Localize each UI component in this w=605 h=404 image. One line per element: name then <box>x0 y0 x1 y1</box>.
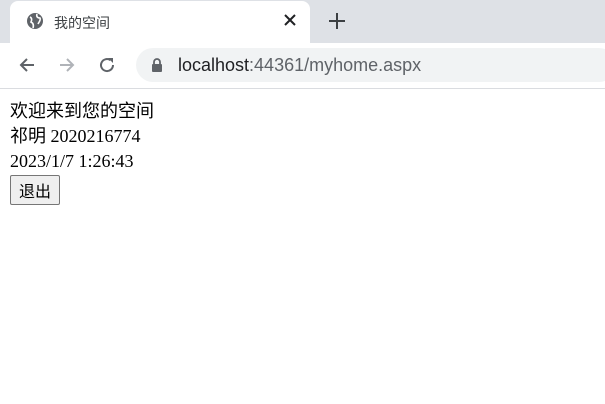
reload-icon[interactable] <box>97 55 117 75</box>
plus-icon[interactable] <box>327 11 347 31</box>
user-name: 祁明 <box>10 126 46 147</box>
logout-button[interactable]: 退出 <box>10 175 61 205</box>
close-icon[interactable] <box>282 12 298 28</box>
page-content: 欢迎来到您的空间 祁明 2020216774 2023/1/7 1:26:43 … <box>10 100 154 205</box>
welcome-heading: 欢迎来到您的空间 <box>10 101 154 122</box>
user-info: 祁明 2020216774 <box>10 124 154 149</box>
tab-title: 我的空间 <box>54 16 110 32</box>
globe-icon <box>27 13 43 29</box>
url-path: :44361/myhome.aspx <box>249 55 422 75</box>
browser-tab[interactable]: 我的空间 <box>10 1 310 43</box>
url-host: localhost <box>178 55 250 75</box>
datetime-text: 2023/1/7 1:26:43 <box>10 151 134 171</box>
url-text[interactable]: localhost:44361/myhome.aspx <box>178 55 421 76</box>
address-bar[interactable]: localhost:44361/myhome.aspx <box>136 48 605 82</box>
tab-strip: 我的空间 <box>0 0 605 43</box>
lock-icon[interactable] <box>151 58 163 72</box>
arrow-left-icon[interactable] <box>17 55 37 75</box>
browser-toolbar: localhost:44361/myhome.aspx <box>0 43 605 89</box>
user-id: 2020216774 <box>50 126 141 146</box>
arrow-right-icon[interactable] <box>57 55 77 75</box>
